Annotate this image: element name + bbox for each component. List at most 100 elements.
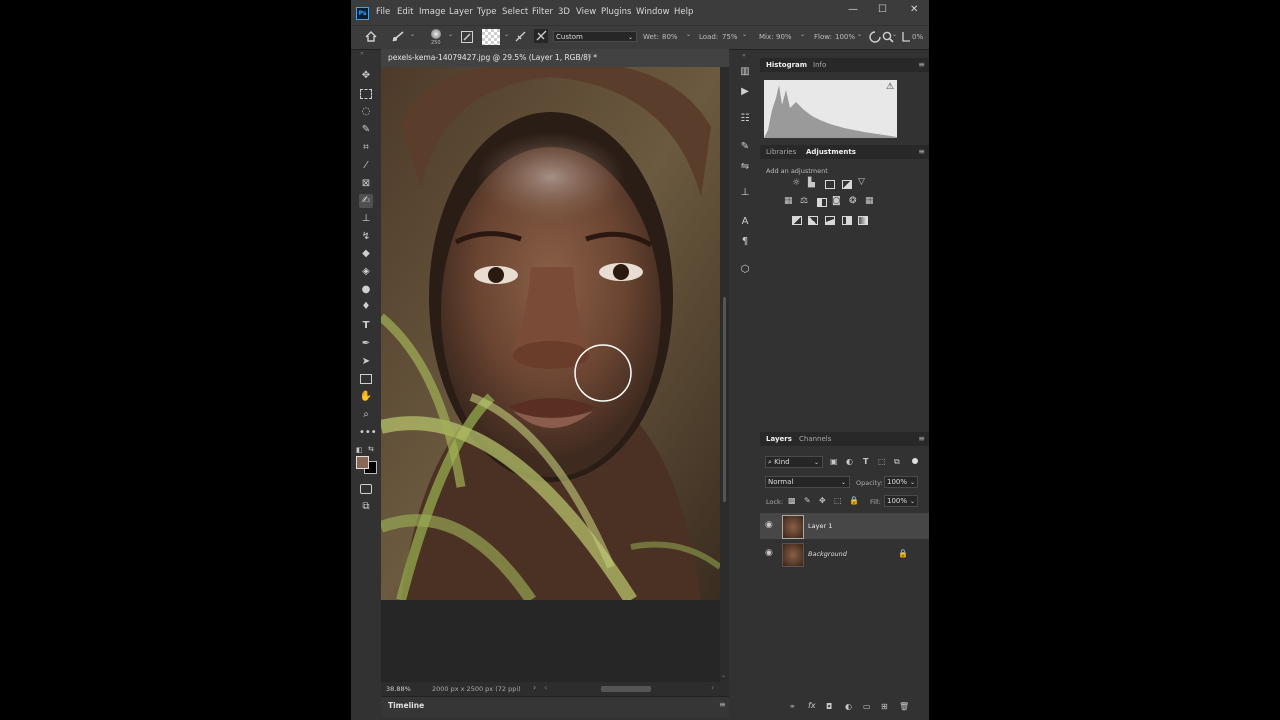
menu-edit[interactable]: Edit — [397, 7, 413, 17]
curves-icon[interactable] — [825, 180, 835, 189]
chevron-down-icon[interactable]: ⌄ — [448, 31, 453, 38]
type-tool-icon[interactable]: T — [359, 319, 373, 333]
black-white-icon[interactable] — [817, 198, 827, 207]
opacity-field[interactable]: 100% ⌄ — [884, 476, 918, 488]
mix-value[interactable]: 90% — [776, 33, 792, 41]
menu-window[interactable]: Window — [636, 7, 670, 17]
layer-row-layer-1[interactable]: ◉ Layer 1 — [760, 513, 929, 539]
close-window-button[interactable]: ✕ — [910, 4, 918, 15]
brightness-contrast-icon[interactable]: ☼ — [792, 178, 800, 188]
tab-layers[interactable]: Layers — [766, 435, 792, 443]
dodge-tool-icon[interactable]: ♦ — [359, 300, 373, 314]
character-panel-icon[interactable]: A — [739, 216, 751, 228]
chevron-down-icon[interactable]: ⌄ — [892, 31, 897, 38]
timeline-panel[interactable]: Timeline ≡ — [381, 696, 729, 717]
foreground-color-swatch[interactable] — [356, 456, 369, 469]
document-tab[interactable]: pexels-kema-14079427.jpg @ 29.5% (Layer … — [381, 49, 729, 67]
marquee-tool-icon[interactable] — [359, 87, 373, 101]
clone-stamp-tool-icon[interactable]: ⊥ — [359, 212, 373, 226]
blend-mode-select[interactable]: Normal ⌄ — [765, 476, 850, 488]
brush-settings-icon[interactable]: ✎ — [739, 141, 751, 153]
tab-channels[interactable]: Channels — [799, 435, 831, 443]
zoom-level[interactable]: 38.88% — [386, 685, 411, 693]
mixer-brush-tool-icon[interactable]: ✍ — [359, 194, 373, 208]
menu-plugins[interactable]: Plugins — [601, 7, 631, 17]
invert-icon[interactable] — [792, 216, 802, 225]
lock-all-icon[interactable]: 🔒 — [849, 496, 859, 505]
close-document-icon[interactable]: ✕ — [587, 53, 592, 60]
rectangle-tool-icon[interactable] — [359, 372, 373, 386]
hand-tool-icon[interactable]: ✋ — [359, 390, 373, 404]
menu-select[interactable]: Select — [502, 7, 528, 17]
history-panel-icon[interactable]: ▥ — [739, 66, 751, 78]
load-after-stroke-icon[interactable] — [514, 30, 527, 43]
gradient-map-icon[interactable] — [858, 216, 868, 225]
tab-libraries[interactable]: Libraries — [766, 148, 796, 156]
collapse-icon[interactable]: « — [742, 52, 746, 59]
panel-menu-icon[interactable]: ≡ — [918, 60, 925, 69]
properties-panel-icon[interactable]: ☷ — [739, 113, 751, 125]
menu-image[interactable]: Image — [419, 7, 446, 17]
vertical-scrollbar[interactable]: ⌄ — [720, 67, 729, 682]
brush-preview-icon[interactable] — [431, 29, 441, 39]
chevron-down-icon[interactable]: ⌄ — [410, 31, 415, 38]
menu-3d[interactable]: 3D — [558, 7, 570, 17]
chevron-down-icon[interactable]: ⌄ — [800, 31, 805, 38]
scroll-left-icon[interactable]: ‹ — [544, 683, 547, 692]
threshold-icon[interactable] — [825, 216, 835, 225]
new-layer-icon[interactable]: ⊞ — [881, 702, 888, 711]
chevron-down-icon[interactable]: ⌄ — [686, 31, 691, 38]
eye-icon[interactable]: ◉ — [765, 548, 773, 558]
history-brush-tool-icon[interactable]: ↯ — [359, 230, 373, 244]
posterize-icon[interactable] — [808, 216, 818, 225]
flow-value[interactable]: 100% — [835, 33, 855, 41]
panel-menu-icon[interactable]: ≡ — [918, 147, 925, 156]
canvas-area[interactable]: ⌄ — [381, 67, 729, 682]
horizontal-scroll-thumb[interactable] — [601, 686, 651, 692]
document-canvas[interactable] — [381, 67, 720, 600]
chevron-down-icon[interactable]: ⌄ — [742, 31, 747, 38]
default-colors-icon[interactable]: ◧ — [356, 446, 363, 454]
chevron-down-icon[interactable]: ⌄ — [857, 31, 862, 38]
timeline-tab[interactable]: Timeline — [388, 701, 424, 710]
zoom-tool-icon[interactable]: ⌕ — [359, 408, 373, 422]
clean-after-stroke-icon[interactable] — [534, 29, 548, 43]
filter-type-icon[interactable]: T — [863, 457, 868, 466]
layer-filter-select[interactable]: ⌕ Kind ⌄ — [765, 456, 823, 468]
quick-mask-icon[interactable] — [359, 482, 373, 496]
3d-panel-icon[interactable]: ⬡ — [739, 264, 751, 276]
panel-menu-icon[interactable]: ≡ — [719, 700, 726, 709]
menu-filter[interactable]: Filter — [532, 7, 553, 17]
airbrush-icon[interactable] — [869, 31, 881, 43]
blur-tool-icon[interactable]: ● — [359, 283, 373, 297]
path-selection-tool-icon[interactable]: ➤ — [359, 355, 373, 369]
new-adjustment-layer-icon[interactable]: ◐ — [845, 702, 852, 711]
channel-mixer-icon[interactable]: ❂ — [849, 196, 857, 206]
current-brush-load-swatch[interactable] — [482, 29, 500, 45]
paint-bucket-tool-icon[interactable]: ◈ — [359, 265, 373, 279]
actions-panel-icon[interactable]: ▶ — [739, 86, 751, 98]
wet-value[interactable]: 80% — [662, 33, 678, 41]
blend-preset-select[interactable]: Custom ⌄ — [553, 31, 637, 42]
layer-name[interactable]: Background — [808, 550, 847, 558]
fill-field[interactable]: 100% ⌄ — [884, 495, 918, 507]
levels-icon[interactable]: ▙ — [808, 178, 815, 188]
more-tools-icon[interactable]: ••• — [359, 426, 377, 440]
move-tool-icon[interactable]: ✥ — [359, 69, 373, 83]
filter-pixel-icon[interactable]: ▣ — [830, 457, 838, 466]
color-lookup-icon[interactable]: ▦ — [865, 196, 874, 206]
paragraph-panel-icon[interactable]: ¶ — [739, 236, 751, 248]
vertical-scroll-thumb[interactable] — [723, 297, 726, 502]
eyedropper-tool-icon[interactable]: ⁄ — [359, 159, 373, 173]
scroll-down-icon[interactable]: ⌄ — [721, 672, 726, 679]
pen-tool-icon[interactable]: ✒ — [359, 337, 373, 351]
angle-value[interactable]: 0% — [912, 33, 923, 41]
lasso-tool-icon[interactable]: ◌ — [359, 105, 373, 119]
lock-transparent-icon[interactable]: ▩ — [788, 496, 796, 505]
menu-view[interactable]: View — [576, 7, 596, 17]
lock-position-icon[interactable]: ✥ — [819, 496, 826, 505]
selective-color-icon[interactable] — [842, 216, 852, 225]
collapse-icon[interactable]: » — [360, 50, 364, 57]
adjustments-sliders-icon[interactable]: ⇋ — [739, 161, 751, 173]
home-icon[interactable] — [365, 31, 377, 42]
